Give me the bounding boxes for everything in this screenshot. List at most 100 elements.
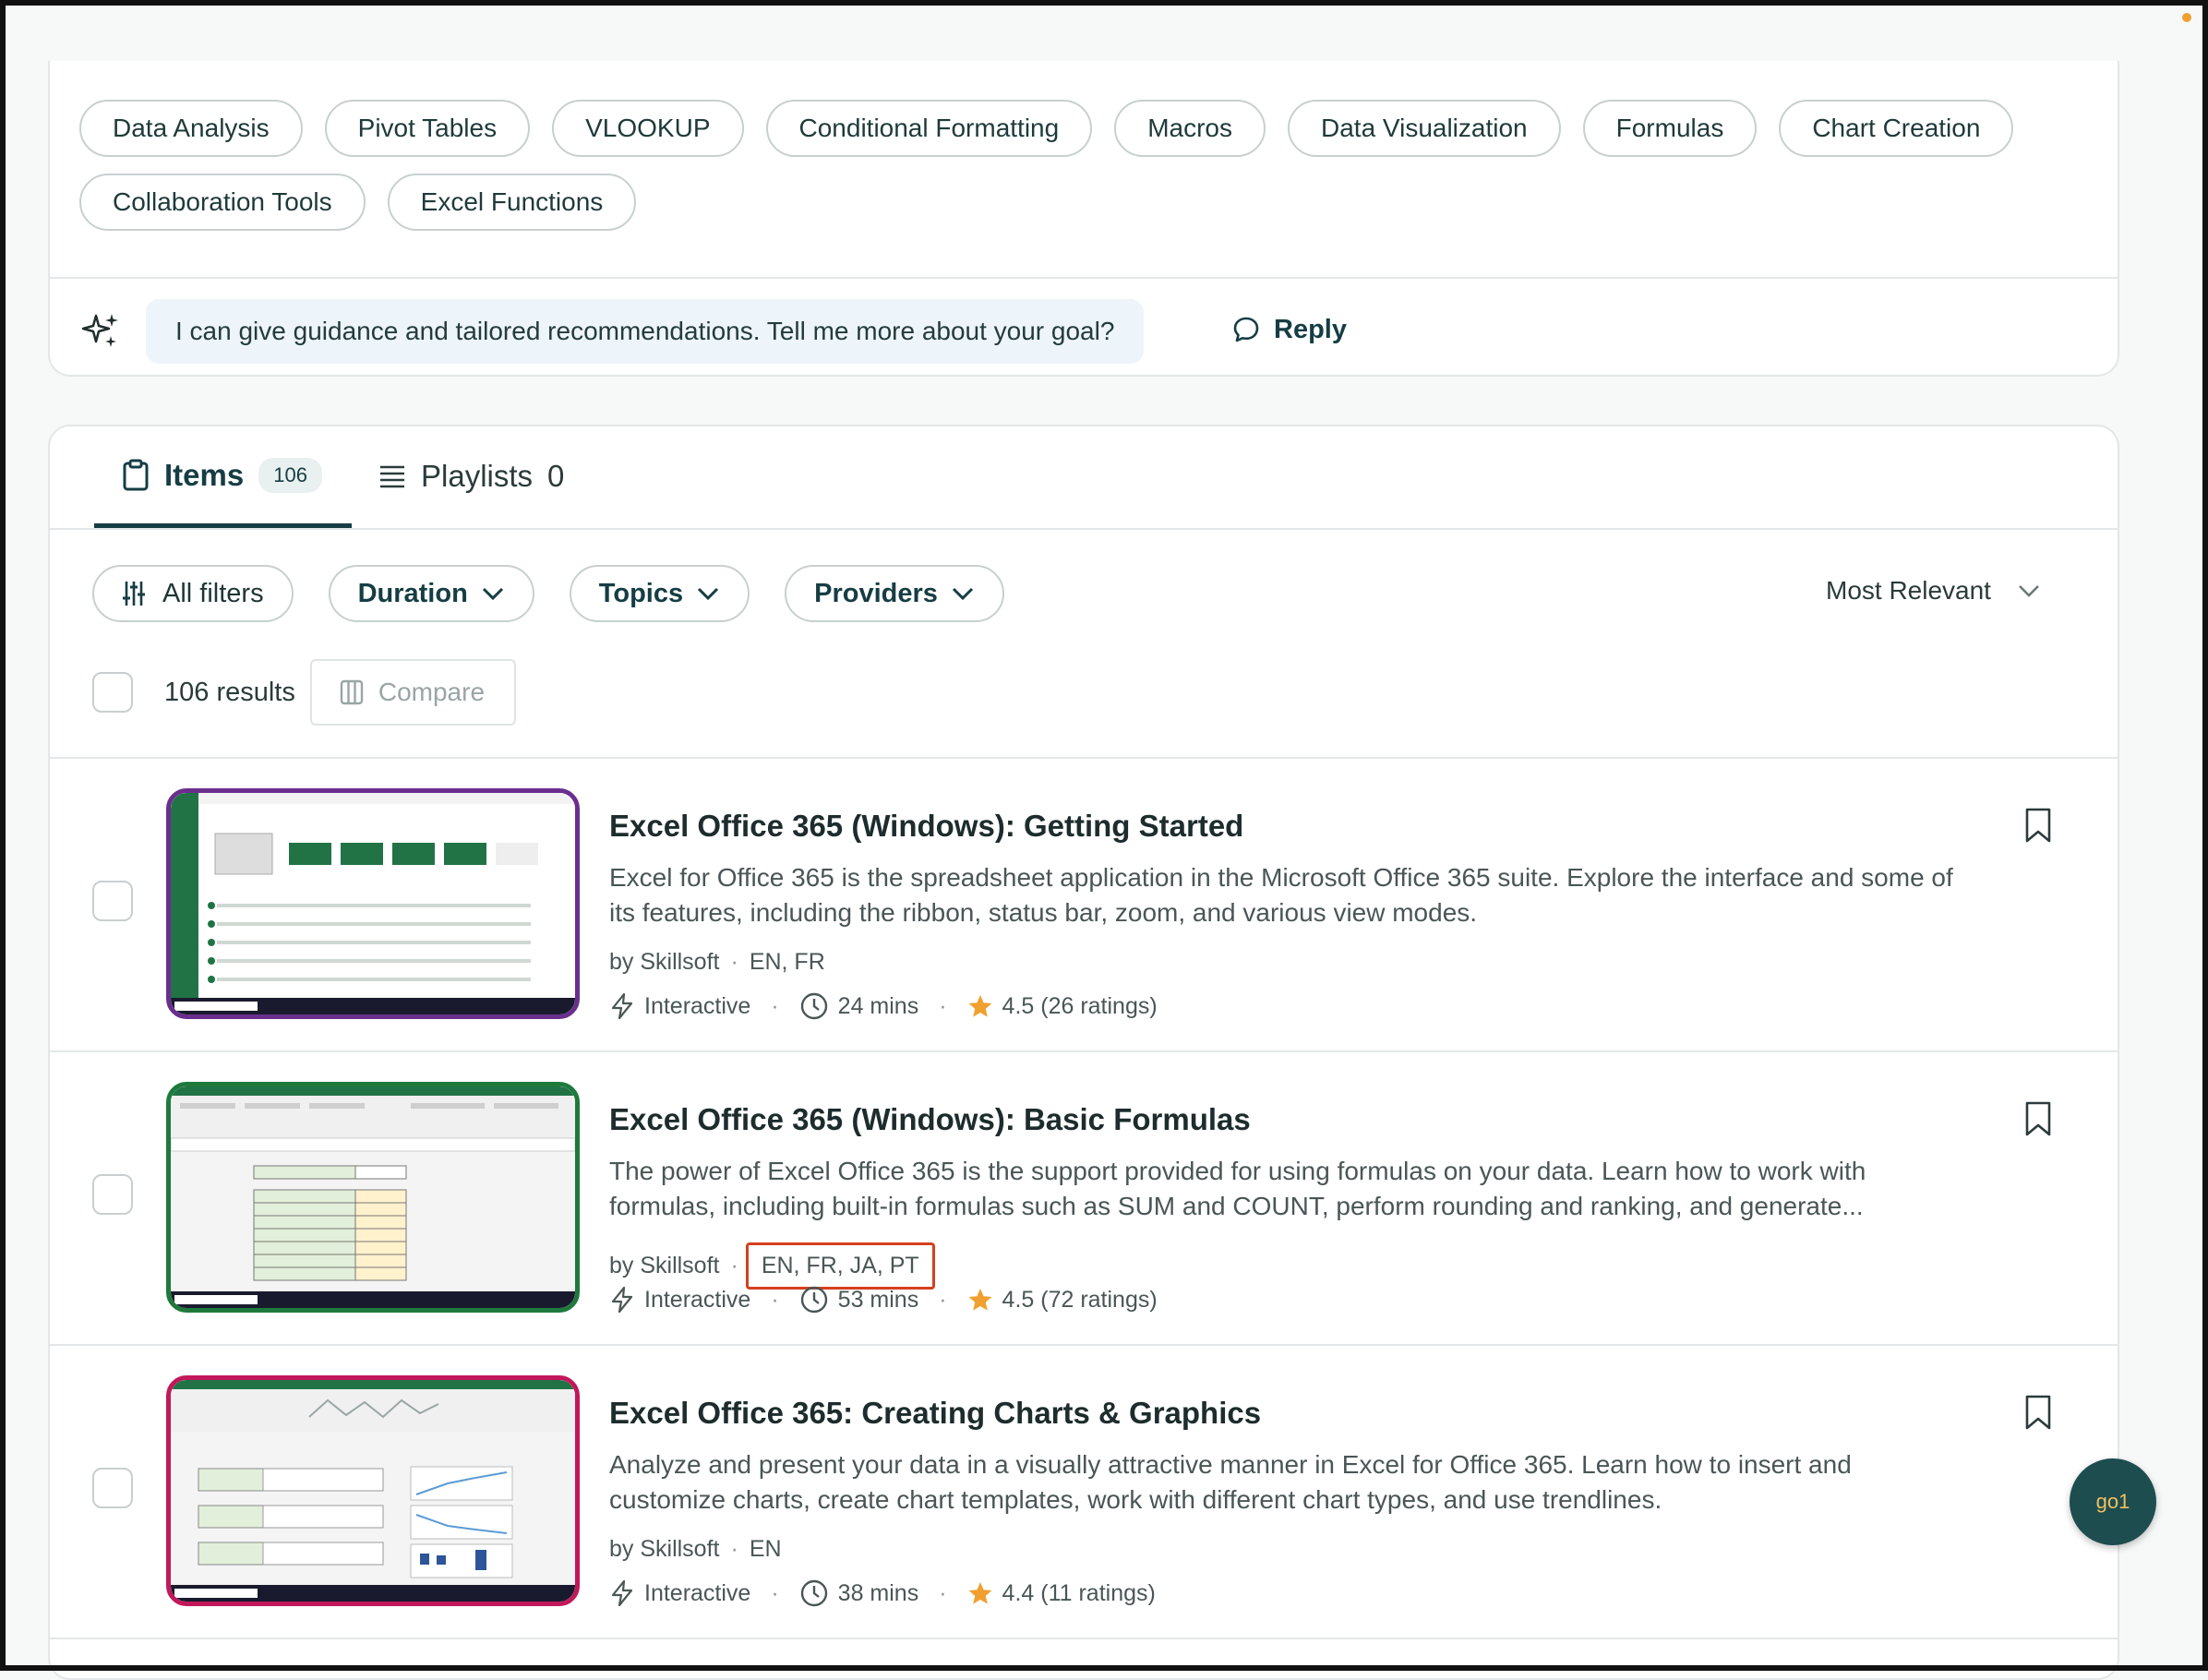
chevron-down-icon: [698, 587, 719, 601]
providers-filter-label: Providers: [814, 578, 938, 608]
star-icon: [968, 1582, 992, 1604]
assistant-message: I can give guidance and tailored recomme…: [146, 299, 1145, 364]
topic-chip[interactable]: Data Visualization: [1288, 100, 1561, 157]
reply-button[interactable]: Reply: [1231, 306, 1347, 353]
tab-items-label: Items: [164, 457, 245, 492]
item-checkbox[interactable]: [92, 1468, 133, 1508]
languages: EN: [749, 1536, 782, 1562]
chevron-down-icon: [482, 587, 503, 601]
clock-icon: [800, 1286, 827, 1314]
chevron-down-icon: [2019, 585, 2039, 597]
content-type: Interactive: [644, 992, 751, 1019]
compare-button[interactable]: Compare: [309, 659, 517, 726]
bookmark-icon[interactable]: [2023, 1100, 2053, 1137]
topics-filter[interactable]: Topics: [569, 565, 750, 622]
content-type: Interactive: [644, 1286, 751, 1313]
topic-chip[interactable]: Data Analysis: [79, 100, 303, 157]
results-card: Items 106 Playlists 0 All filters Durati…: [48, 425, 2119, 1680]
clock-icon: [800, 992, 827, 1020]
duration: 53 mins: [837, 1286, 919, 1313]
providers-filter[interactable]: Providers: [785, 565, 1004, 622]
playlists-count: 0: [547, 459, 565, 493]
columns-icon: [340, 679, 364, 705]
lightning-icon: [611, 1579, 633, 1607]
excel-start-screen-thumbnail: [171, 793, 575, 1014]
course-meta: by Skillsoft · EN: [609, 1536, 782, 1563]
assistant-fab[interactable]: go1: [2070, 1458, 2156, 1545]
provider: by Skillsoft: [609, 1536, 720, 1562]
topic-chip[interactable]: Chart Creation: [1779, 100, 2014, 157]
star-icon: [968, 995, 992, 1017]
sparkle-icon: [81, 314, 118, 347]
tab-bar: Items 106 Playlists 0: [50, 426, 2118, 530]
course-meta: by Skillsoft · EN, FR: [609, 949, 825, 976]
lightning-icon: [611, 992, 633, 1020]
rating: 4.4 (11 ratings): [1002, 1579, 1156, 1606]
course-title[interactable]: Excel Office 365: Creating Charts & Grap…: [609, 1396, 1261, 1431]
course-thumbnail[interactable]: [166, 1082, 580, 1313]
duration-filter-label: Duration: [357, 578, 468, 608]
topic-chip[interactable]: Pivot Tables: [324, 100, 531, 157]
course-stats: Interactive · 24 mins · 4.5 (26 ratings): [609, 991, 1158, 1021]
star-icon: [968, 1289, 992, 1311]
bookmark-icon[interactable]: [2023, 1394, 2053, 1431]
course-thumbnail[interactable]: [166, 788, 580, 1019]
sort-label: Most Relevant: [1826, 576, 1991, 605]
all-filters-label: All filters: [162, 578, 264, 608]
list-item[interactable]: Excel Office 365 (Windows): Getting Star…: [50, 757, 2118, 1052]
excel-charts-thumbnail: [171, 1380, 575, 1602]
filter-bar: All filters Duration Topics Providers: [92, 565, 1004, 622]
assistant-row: I can give guidance and tailored recomme…: [50, 277, 2118, 378]
provider: by Skillsoft: [609, 949, 720, 975]
chevron-down-icon: [952, 587, 973, 601]
lightning-icon: [611, 1286, 633, 1314]
clipboard-icon: [123, 459, 149, 490]
course-thumbnail[interactable]: [166, 1375, 580, 1606]
duration-filter[interactable]: Duration: [328, 565, 534, 622]
course-meta: by Skillsoft · EN, FR, JA, PT: [609, 1242, 935, 1290]
course-title[interactable]: Excel Office 365 (Windows): Basic Formul…: [609, 1102, 1251, 1137]
sliders-icon: [123, 582, 145, 606]
course-title[interactable]: Excel Office 365 (Windows): Getting Star…: [609, 809, 1243, 844]
topic-chip[interactable]: Conditional Formatting: [765, 100, 1093, 157]
separator-dot: ·: [730, 949, 738, 975]
duration: 38 mins: [837, 1579, 919, 1606]
list-item[interactable]: Excel Office 365 (Windows): Basic Formul…: [50, 1050, 2118, 1346]
topic-chip[interactable]: VLOOKUP: [552, 100, 744, 157]
items-count-badge: 106: [258, 457, 322, 493]
separator-dot: ·: [730, 1253, 738, 1278]
languages: EN, FR: [749, 949, 825, 975]
separator-dot: ·: [771, 1579, 779, 1606]
item-checkbox[interactable]: [92, 1174, 133, 1215]
course-description: Excel for Office 365 is the spreadsheet …: [609, 863, 1953, 927]
course-stats: Interactive · 38 mins · 4.4 (11 ratings): [609, 1578, 1156, 1608]
separator-dot: ·: [939, 1579, 947, 1606]
separator-dot: ·: [939, 1286, 947, 1313]
separator-dot: ·: [771, 1286, 779, 1313]
list-item[interactable]: Excel Office 365: Creating Charts & Grap…: [50, 1344, 2118, 1639]
rating: 4.5 (26 ratings): [1002, 992, 1158, 1019]
results-toolbar: 106 results Compare: [92, 659, 517, 726]
course-description: The power of Excel Office 365 is the sup…: [609, 1157, 1866, 1220]
chat-bubble-icon: [1233, 317, 1259, 342]
reply-label: Reply: [1274, 314, 1347, 344]
compare-label: Compare: [378, 678, 486, 706]
item-checkbox[interactable]: [92, 881, 133, 921]
topic-chip-list: Data Analysis Pivot Tables VLOOKUP Condi…: [79, 100, 2092, 231]
separator-dot: ·: [939, 992, 947, 1019]
topic-chip[interactable]: Collaboration Tools: [79, 174, 366, 231]
topics-filter-label: Topics: [598, 578, 684, 608]
tab-playlists-label: Playlists: [421, 459, 534, 493]
tab-playlists[interactable]: Playlists 0: [378, 426, 564, 526]
status-dot: [2182, 13, 2191, 22]
all-filters-button[interactable]: All filters: [92, 565, 294, 622]
topic-chip[interactable]: Macros: [1114, 100, 1266, 157]
bookmark-icon[interactable]: [2023, 807, 2053, 844]
sort-dropdown[interactable]: Most Relevant: [1826, 570, 2041, 611]
topic-chip[interactable]: Excel Functions: [387, 174, 637, 231]
list-icon: [380, 465, 404, 488]
topic-chip[interactable]: Formulas: [1582, 100, 1758, 157]
course-stats: Interactive · 53 mins · 4.5 (72 ratings): [609, 1285, 1158, 1314]
tab-items[interactable]: Items 106: [94, 426, 352, 528]
select-all-checkbox[interactable]: [92, 672, 133, 713]
